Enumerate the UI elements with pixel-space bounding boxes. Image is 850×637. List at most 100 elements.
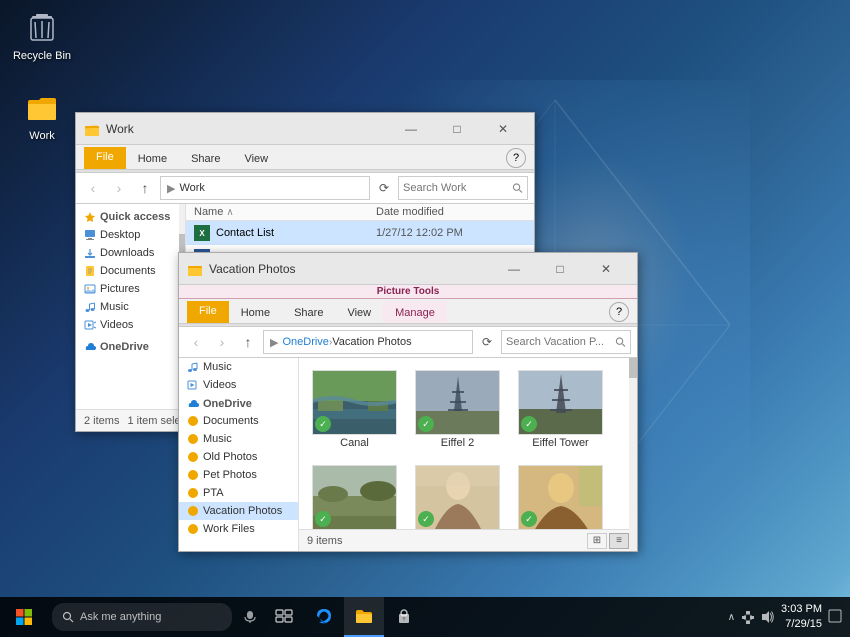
work-up-button[interactable]: ↑ xyxy=(134,177,156,199)
notifications-button[interactable] xyxy=(828,609,842,626)
vacation-sidebar-onedrive-header: OneDrive xyxy=(179,394,298,412)
work-maximize-button[interactable]: □ xyxy=(434,113,480,145)
vacation-sidebar-music2[interactable]: Music xyxy=(179,430,298,448)
work-sidebar-videos[interactable]: Videos xyxy=(76,316,185,334)
vacation-tab-manage[interactable]: Manage xyxy=(383,301,447,323)
vacation-sidebar-pta[interactable]: PTA xyxy=(179,484,298,502)
view-list-icon-button[interactable]: ≡ xyxy=(609,533,629,549)
list-item[interactable]: ✓ Eiffel Tower xyxy=(513,366,608,453)
work-sidebar-downloads[interactable]: Downloads xyxy=(76,244,185,262)
work-help-button[interactable]: ? xyxy=(506,148,526,168)
view-small-icon-button[interactable]: ⊞ xyxy=(587,533,607,549)
taskbar-tray: ∧ 3:03 PM 7/29/15 xyxy=(720,602,850,633)
list-item[interactable]: ✓ Lozere xyxy=(307,461,402,529)
documents-icon xyxy=(84,265,96,277)
list-item[interactable]: ✓ Mike xyxy=(513,461,608,529)
notifications-icon xyxy=(828,609,842,623)
vacation-photo-grid: ✓ Canal xyxy=(299,358,637,529)
vacation-sidebar-music[interactable]: Music xyxy=(179,358,298,376)
work-tab-file[interactable]: File xyxy=(84,147,126,169)
list-item[interactable]: ✓ Eiffel 2 xyxy=(410,366,505,453)
sidebar-pet-photos-icon xyxy=(187,469,199,481)
work-address-path[interactable]: ▶ Work xyxy=(160,176,370,200)
vacation-tab-view[interactable]: View xyxy=(335,301,383,323)
work-window-titlebar[interactable]: Work — □ ✕ xyxy=(76,113,534,145)
work-col-name: Name ∧ xyxy=(194,206,376,218)
work-search-icon xyxy=(512,182,523,194)
tray-overflow-button[interactable]: ∧ xyxy=(728,612,735,623)
work-back-button[interactable]: ‹ xyxy=(82,177,104,199)
work-refresh-button[interactable]: ⟳ xyxy=(374,178,394,198)
work-sidebar-desktop[interactable]: Desktop xyxy=(76,226,185,244)
work-forward-button[interactable]: › xyxy=(108,177,130,199)
taskbar-clock[interactable]: 3:03 PM 7/29/15 xyxy=(781,602,822,633)
work-sidebar-pictures[interactable]: Pictures xyxy=(76,280,185,298)
recycle-bin-label: Recycle Bin xyxy=(13,50,71,62)
work-tab-view[interactable]: View xyxy=(232,147,280,169)
work-minimize-button[interactable]: — xyxy=(388,113,434,145)
work-sidebar-music[interactable]: Music xyxy=(76,298,185,316)
taskbar-search[interactable]: Ask me anything xyxy=(52,603,232,631)
taskbar-microphone[interactable] xyxy=(236,603,264,631)
work-close-button[interactable]: ✕ xyxy=(480,113,526,145)
work-sidebar-documents[interactable]: Documents xyxy=(76,262,185,280)
canal-thumb: ✓ xyxy=(312,370,397,435)
start-button[interactable] xyxy=(0,597,48,637)
task-view-button[interactable] xyxy=(264,597,304,637)
vacation-refresh-button[interactable]: ⟳ xyxy=(477,332,497,352)
breadcrumb-vacation-photos[interactable]: Vacation Photos xyxy=(332,336,411,348)
recycle-bin-icon[interactable]: Recycle Bin xyxy=(10,10,74,62)
work-tab-share[interactable]: Share xyxy=(179,147,232,169)
work-address-bar: ‹ › ↑ ▶ Work ⟳ xyxy=(76,173,534,204)
work-search-input[interactable] xyxy=(403,182,512,194)
vacation-sidebar-pet-photos[interactable]: Pet Photos xyxy=(179,466,298,484)
vacation-back-button[interactable]: ‹ xyxy=(185,331,207,353)
file-explorer-button[interactable] xyxy=(344,597,384,637)
vacation-search-box[interactable] xyxy=(501,330,631,354)
vacation-scrollbar[interactable] xyxy=(629,358,637,551)
vacation-help-button[interactable]: ? xyxy=(609,302,629,322)
list-item[interactable]: ✓ Me xyxy=(410,461,505,529)
vacation-sidebar-old-photos[interactable]: Old Photos xyxy=(179,448,298,466)
vacation-sidebar-documents[interactable]: Documents xyxy=(179,412,298,430)
sidebar-work-files-icon xyxy=(187,523,199,535)
edge-button[interactable] xyxy=(304,597,344,637)
vacation-up-button[interactable]: ↑ xyxy=(237,331,259,353)
vacation-tab-file[interactable]: File xyxy=(187,301,229,323)
work-folder-desktop-icon[interactable]: Work xyxy=(10,90,74,142)
vacation-sidebar-vacation-photos[interactable]: Vacation Photos xyxy=(179,502,298,520)
work-tab-home[interactable]: Home xyxy=(126,147,179,169)
desktop-icon xyxy=(84,229,96,241)
vacation-maximize-button[interactable]: □ xyxy=(537,253,583,285)
vacation-minimize-button[interactable]: — xyxy=(491,253,537,285)
vacation-close-button[interactable]: ✕ xyxy=(583,253,629,285)
sidebar-music2-icon xyxy=(187,433,199,445)
eiffel-tower-thumb: ✓ xyxy=(518,370,603,435)
file-date-contact-list: 1/27/12 12:02 PM xyxy=(376,227,526,239)
work-sidebar-scrollbar-thumb[interactable] xyxy=(179,234,185,254)
vacation-tab-home[interactable]: Home xyxy=(229,301,282,323)
vacation-titlebar[interactable]: Vacation Photos — □ ✕ xyxy=(179,253,637,285)
security-button[interactable] xyxy=(384,597,424,637)
list-item[interactable]: ✓ Canal xyxy=(307,366,402,453)
vacation-search-input[interactable] xyxy=(506,336,615,348)
mike-check: ✓ xyxy=(521,511,537,527)
vacation-sidebar-work-files[interactable]: Work Files xyxy=(179,520,298,538)
table-row[interactable]: X Contact List 1/27/12 12:02 PM xyxy=(186,221,534,245)
breadcrumb-onedrive[interactable]: OneDrive xyxy=(282,336,328,348)
work-sidebar-quick-access: Quick access xyxy=(76,208,185,226)
excel-icon: X xyxy=(194,225,210,241)
sidebar-pta-icon xyxy=(187,487,199,499)
work-sort-arrow: ∧ xyxy=(226,207,233,218)
vacation-sidebar-videos[interactable]: Videos xyxy=(179,376,298,394)
me-check: ✓ xyxy=(418,511,434,527)
sidebar-onedrive-icon xyxy=(187,398,199,410)
canal-check: ✓ xyxy=(315,416,331,432)
vacation-forward-button[interactable]: › xyxy=(211,331,233,353)
vacation-tab-share[interactable]: Share xyxy=(282,301,335,323)
work-search-box[interactable] xyxy=(398,176,528,200)
vacation-scrollbar-thumb[interactable] xyxy=(629,358,637,378)
sidebar-videos-icon xyxy=(187,379,199,391)
canal-label: Canal xyxy=(340,437,369,449)
vacation-address-path[interactable]: ▶ OneDrive › Vacation Photos xyxy=(263,330,473,354)
